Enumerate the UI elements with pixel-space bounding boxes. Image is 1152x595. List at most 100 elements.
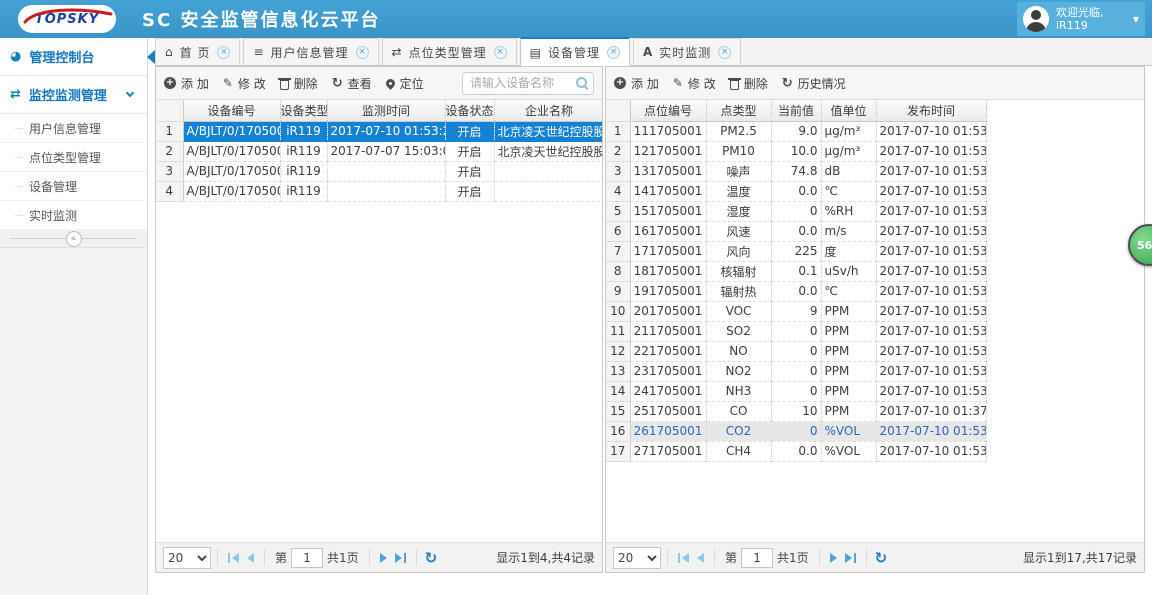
table-cell[interactable]: ℃ [821,281,877,302]
table-cell[interactable]: 2017-07-10 01:53:21 [876,281,987,302]
sidebar-item-point-type[interactable]: 点位类型管理 [0,143,147,172]
tab-realtime[interactable]: A 实时监测 × [632,38,742,65]
table-cell[interactable] [327,161,446,182]
topsky-logo[interactable]: TOPSKY [18,5,116,33]
table-cell[interactable]: 10.0 [771,141,822,162]
table-cell[interactable]: 湿度 [706,201,772,222]
table-row[interactable]: 7171705001风向225度2017-07-10 01:53:21 [606,241,987,262]
column-header[interactable]: 点位编号 [630,100,707,122]
page-size-select[interactable]: 20 [163,546,211,569]
table-cell[interactable]: μg/m³ [821,141,877,162]
table-cell[interactable]: 0 [771,341,822,362]
column-header[interactable]: 发布时间 [876,100,987,122]
table-cell[interactable]: 251705001 [630,401,707,422]
table-cell[interactable]: 201705001 [630,301,707,322]
view-button[interactable]: ↻ 查看 [332,75,372,92]
table-cell[interactable]: iR119 [280,161,328,182]
table-row[interactable]: 10201705001VOC9PPM2017-07-10 01:53:22 [606,301,987,322]
history-button[interactable]: ↻ 历史情况 [782,75,846,92]
table-cell[interactable]: 核辐射 [706,261,772,282]
tab-point-type[interactable]: ⇄ 点位类型管理 × [381,38,517,65]
table-cell[interactable]: 2017-07-10 01:53:22 [876,321,987,342]
sidebar-item-device-mgmt[interactable]: 设备管理 [0,172,147,201]
column-header[interactable]: 企业名称 [494,100,602,122]
table-row[interactable]: 2121705001PM1010.0μg/m³2017-07-10 01:53:… [606,141,987,162]
table-cell[interactable]: 221705001 [630,341,707,362]
column-header[interactable]: 设备编号 [183,100,281,122]
table-cell[interactable]: 风向 [706,241,772,262]
table-cell[interactable]: 231705001 [630,361,707,382]
table-row[interactable]: 8181705001核辐射0.1uSv/h2017-07-10 01:53:21 [606,261,987,282]
locate-button[interactable]: 定位 [383,75,424,92]
table-cell[interactable]: 0 [771,321,822,342]
table-cell[interactable]: 0.0 [771,281,822,302]
table-row[interactable]: 3131705001噪声74.8dB2017-07-10 01:53:22 [606,161,987,182]
table-cell[interactable]: CH4 [706,441,772,462]
table-cell[interactable]: 181705001 [630,261,707,282]
table-cell[interactable]: CO2 [706,421,772,442]
table-row[interactable]: 3A/BJLT/0/1705003iR119 开启 [156,161,602,182]
table-cell[interactable]: 2017-07-10 01:53:22 [876,181,987,202]
table-cell[interactable]: 北京凌天世纪控股股份有限公司 [494,141,602,162]
table-cell[interactable]: 225 [771,241,822,262]
table-row[interactable]: 2A/BJLT/0/1705002iR1192017-07-07 15:03:0… [156,141,602,162]
table-cell[interactable] [327,181,446,202]
table-cell[interactable]: 2017-07-10 01:53:22 [876,361,987,382]
table-cell[interactable]: 0.0 [771,441,822,462]
edit-button[interactable]: ✎ 修 改 [223,75,266,92]
table-cell[interactable]: VOC [706,301,772,322]
close-icon[interactable]: × [493,45,507,59]
delete-button[interactable]: 删除 [727,75,768,92]
last-page-button[interactable] [394,552,406,563]
table-cell[interactable]: 121705001 [630,141,707,162]
table-cell[interactable]: 2017-07-10 01:53:22 [327,121,446,142]
table-row[interactable]: 1111705001PM2.59.0μg/m³2017-07-10 01:53:… [606,121,987,142]
next-page-button[interactable] [829,552,837,563]
table-cell[interactable]: CO [706,401,772,422]
table-cell[interactable]: PPM [821,361,877,382]
table-cell[interactable]: 辐射热 [706,281,772,302]
table-cell[interactable] [494,161,602,182]
table-cell[interactable]: PM10 [706,141,772,162]
sidebar-item-realtime[interactable]: 实时监测 [0,201,147,230]
table-cell[interactable]: 241705001 [630,381,707,402]
table-cell[interactable]: PPM [821,301,877,322]
column-header[interactable]: 值单位 [821,100,877,122]
column-header[interactable]: 当前值 [771,100,822,122]
table-cell[interactable]: μg/m³ [821,121,877,142]
table-cell[interactable]: NH3 [706,381,772,402]
table-cell[interactable]: PPM [821,341,877,362]
table-cell[interactable]: NO2 [706,361,772,382]
table-row[interactable]: 14241705001NH30PPM2017-07-10 01:53:21 [606,381,987,402]
table-cell[interactable]: 2017-07-07 15:03:05 [327,141,446,162]
search-icon[interactable] [576,76,589,90]
chevron-down-icon[interactable]: ▼ [1133,15,1139,24]
table-cell[interactable]: 10 [771,401,822,422]
table-cell[interactable]: 2017-07-10 01:53:21 [876,381,987,402]
table-cell[interactable]: %RH [821,201,877,222]
table-cell[interactable]: 2017-07-10 01:37:01 [876,401,987,422]
search-input[interactable] [462,71,594,95]
table-cell[interactable]: ℃ [821,181,877,202]
table-cell[interactable]: 2017-07-10 01:53:21 [876,441,987,462]
table-row[interactable]: 4A/BJLT/0/1705004iR119 开启 [156,181,602,202]
table-cell[interactable]: A/BJLT/0/1705002 [183,141,281,162]
table-cell[interactable]: 开启 [445,161,495,182]
tab-user-info[interactable]: ≡ 用户信息管理 × [243,38,379,65]
table-row[interactable]: 1A/BJLT/0/1705001iR1192017-07-10 01:53:2… [156,121,602,142]
column-header[interactable]: 设备状态 [445,100,495,122]
tab-device-mgmt[interactable]: ▤ 设备管理 × [519,37,630,66]
close-icon[interactable]: × [606,46,620,59]
close-icon[interactable]: × [217,45,231,59]
sidebar-item-console[interactable]: ◕ 管理控制台 [0,38,155,76]
table-cell[interactable] [494,181,602,202]
table-cell[interactable]: m/s [821,221,877,242]
table-cell[interactable]: 2017-07-10 01:53:21 [876,341,987,362]
table-cell[interactable]: 0 [771,381,822,402]
table-cell[interactable]: 131705001 [630,161,707,182]
page-input[interactable] [741,547,774,568]
table-row[interactable]: 6161705001风速0.0m/s2017-07-10 01:53:21 [606,221,987,242]
table-cell[interactable]: PPM [821,321,877,342]
table-cell[interactable]: 2017-07-10 01:53:22 [876,161,987,182]
table-cell[interactable]: iR119 [280,181,328,202]
